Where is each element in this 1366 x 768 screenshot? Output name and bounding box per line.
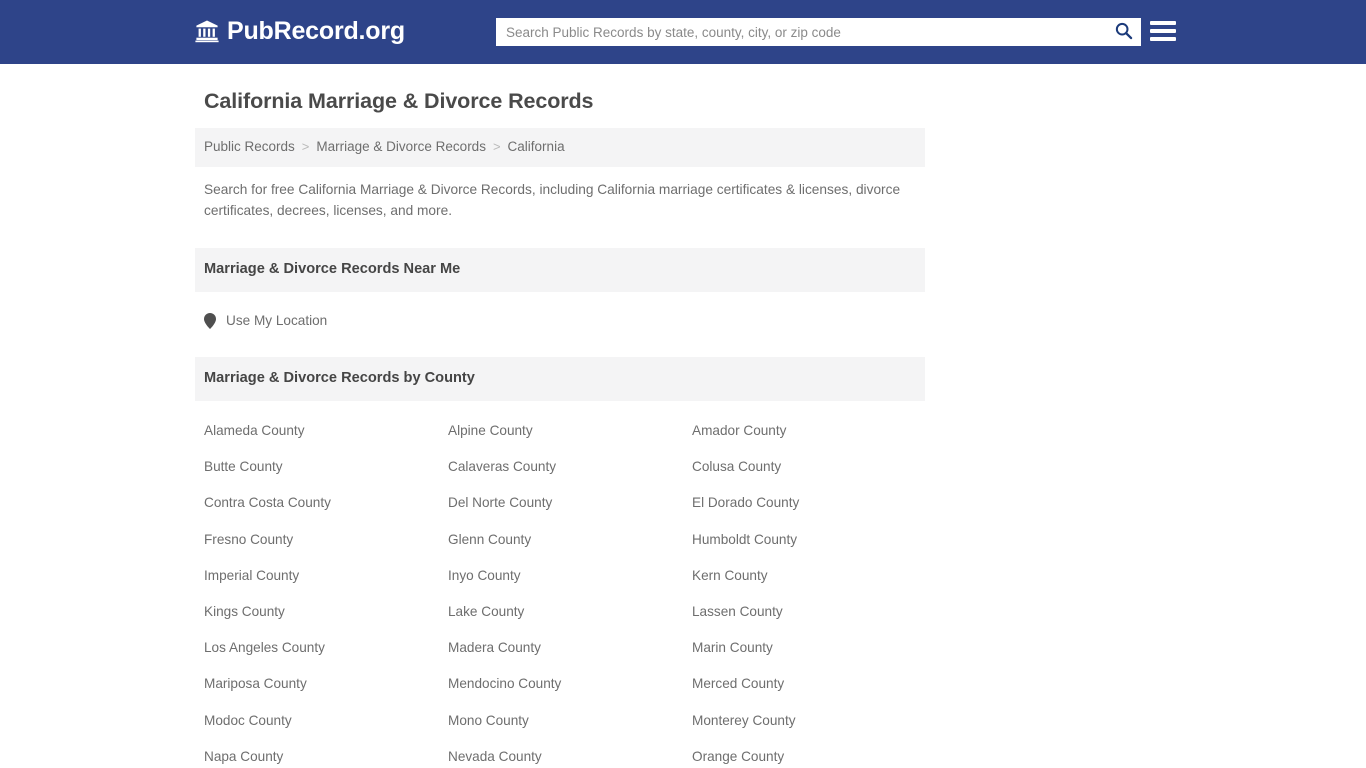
county-link[interactable]: Orange County <box>692 749 916 764</box>
section-header-near-me: Marriage & Divorce Records Near Me <box>195 248 925 292</box>
county-link[interactable]: Kings County <box>204 604 448 619</box>
search-input[interactable] <box>497 19 1106 45</box>
county-link[interactable]: Del Norte County <box>448 495 692 510</box>
county-link[interactable]: Lassen County <box>692 604 916 619</box>
breadcrumb-separator: > <box>492 139 501 154</box>
county-link[interactable]: Kern County <box>692 568 916 583</box>
county-link[interactable]: Colusa County <box>692 459 916 474</box>
breadcrumb-separator: > <box>301 139 310 154</box>
county-link[interactable]: Butte County <box>204 459 448 474</box>
county-link[interactable]: Alpine County <box>448 423 692 438</box>
county-list: Alameda County Alpine County Amador County… <box>195 401 925 768</box>
county-link[interactable]: El Dorado County <box>692 495 916 510</box>
institution-bank-icon <box>195 19 219 43</box>
county-link[interactable]: Imperial County <box>204 568 448 583</box>
search-bar[interactable] <box>496 18 1141 46</box>
county-link[interactable]: Humboldt County <box>692 532 916 547</box>
county-link[interactable]: Inyo County <box>448 568 692 583</box>
breadcrumb-item-california: California <box>507 139 565 154</box>
county-link[interactable]: Calaveras County <box>448 459 692 474</box>
breadcrumb-item-public-records[interactable]: Public Records <box>204 138 295 156</box>
section-header-by-county: Marriage & Divorce Records by County <box>195 357 925 401</box>
menu-bar-1 <box>1150 21 1176 25</box>
hamburger-menu-icon[interactable] <box>1150 18 1176 44</box>
county-link[interactable]: Merced County <box>692 676 916 691</box>
page-title: California Marriage & Divorce Records <box>204 89 594 113</box>
county-link[interactable]: Napa County <box>204 749 448 764</box>
search-icon <box>1114 21 1133 43</box>
county-link[interactable]: Madera County <box>448 640 692 655</box>
menu-bar-3 <box>1150 37 1176 41</box>
search-button[interactable] <box>1106 19 1140 45</box>
brand-logo-link[interactable]: PubRecord.org <box>195 18 405 44</box>
use-my-location-label: Use My Location <box>226 313 328 328</box>
county-link[interactable]: Los Angeles County <box>204 640 448 655</box>
county-link[interactable]: Glenn County <box>448 532 692 547</box>
county-link[interactable]: Alameda County <box>204 423 448 438</box>
breadcrumb-item-marriage-divorce-records[interactable]: Marriage & Divorce Records <box>316 138 486 156</box>
content-container: California Marriage & Divorce Records Pu… <box>195 64 925 768</box>
page-description: Search for free California Marriage & Di… <box>204 182 901 218</box>
county-link[interactable]: Lake County <box>448 604 692 619</box>
county-link[interactable]: Nevada County <box>448 749 692 764</box>
county-link[interactable]: Marin County <box>692 640 916 655</box>
map-pin-icon <box>204 313 216 329</box>
county-link[interactable]: Modoc County <box>204 713 448 728</box>
use-my-location-button[interactable]: Use My Location <box>195 292 336 330</box>
county-link[interactable]: Mariposa County <box>204 676 448 691</box>
site-header: PubRecord.org <box>0 0 1366 64</box>
county-link[interactable]: Contra Costa County <box>204 495 448 510</box>
brand-name: PubRecord.org <box>227 17 405 45</box>
county-link[interactable]: Monterey County <box>692 713 916 728</box>
county-link[interactable]: Mendocino County <box>448 676 692 691</box>
county-link[interactable]: Amador County <box>692 423 916 438</box>
page-scroll-region[interactable]: California Marriage & Divorce Records Pu… <box>0 64 1366 768</box>
menu-bar-2 <box>1150 29 1176 33</box>
county-link[interactable]: Mono County <box>448 713 692 728</box>
breadcrumb: Public Records > Marriage & Divorce Reco… <box>195 128 925 167</box>
county-link[interactable]: Fresno County <box>204 532 448 547</box>
